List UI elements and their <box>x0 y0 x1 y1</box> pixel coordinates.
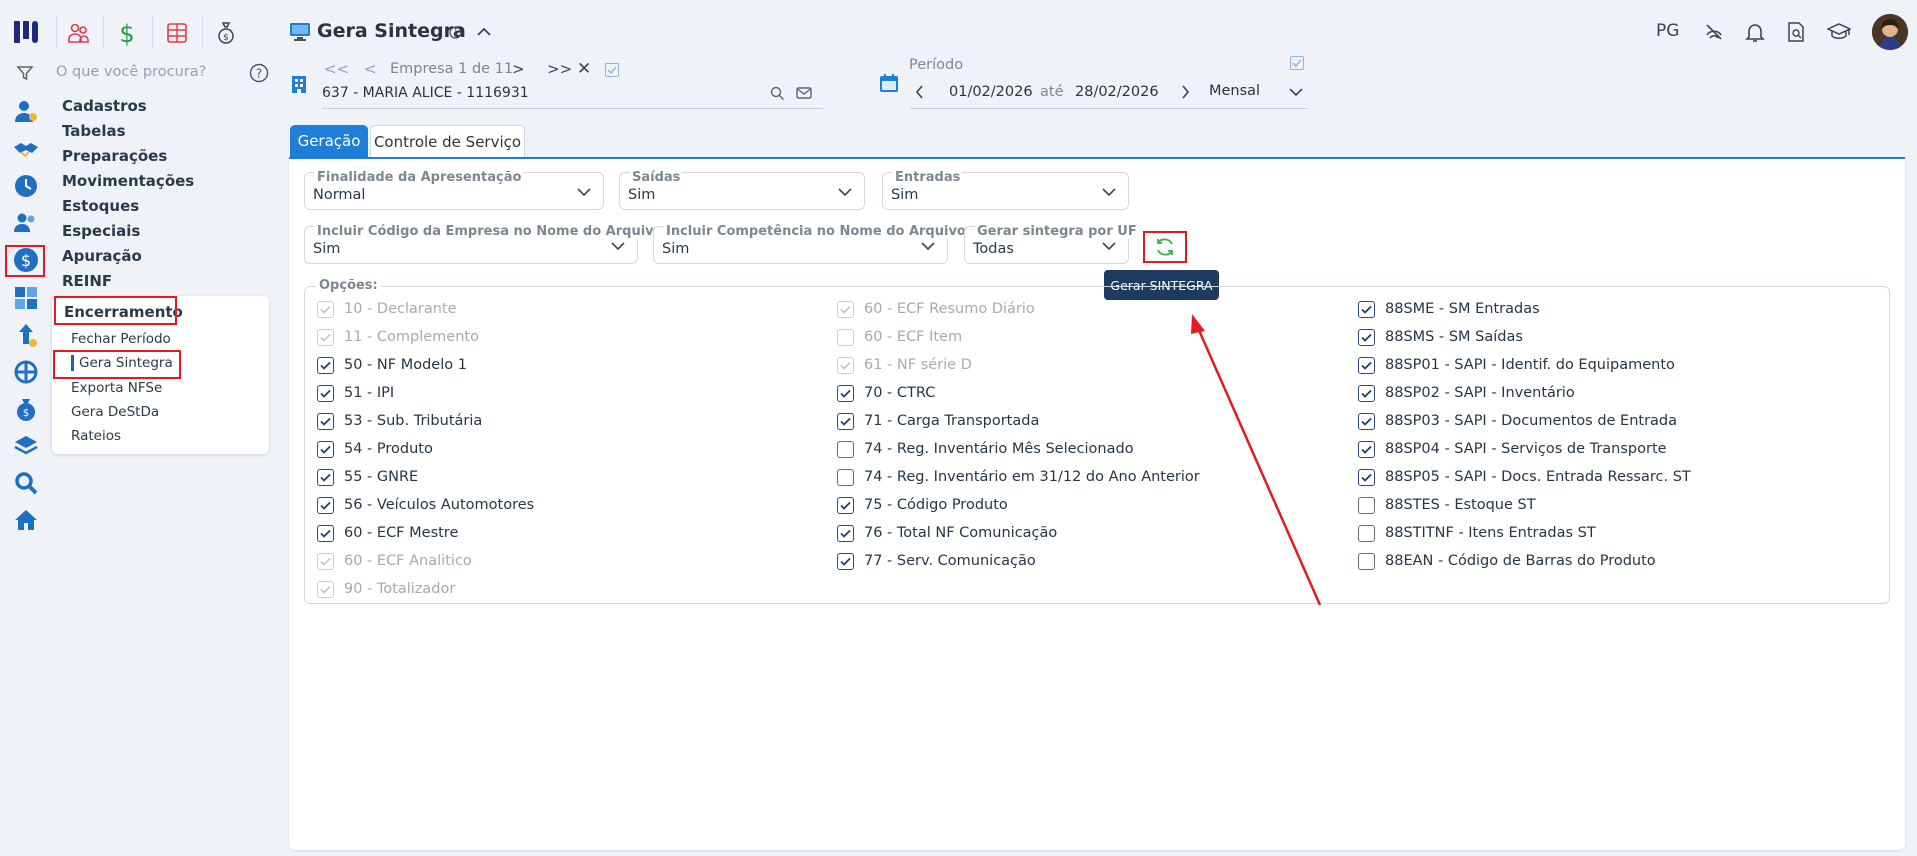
annotation-arrow <box>1191 314 1322 606</box>
